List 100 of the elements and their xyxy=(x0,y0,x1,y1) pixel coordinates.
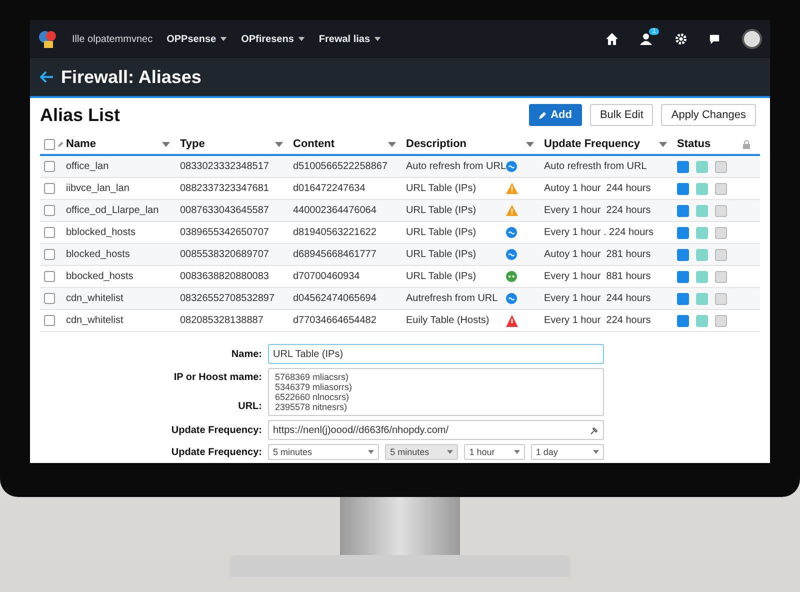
table-cell: Autrefresh from URL xyxy=(406,293,498,304)
table-cell: d04562474065694 xyxy=(293,293,376,304)
action-button[interactable]: Add xyxy=(528,104,582,126)
column-header[interactable]: Name xyxy=(66,138,96,150)
sort-caret-icon[interactable] xyxy=(659,142,667,146)
table-cell: d016472247634 xyxy=(293,183,366,194)
back-arrow-icon[interactable] xyxy=(40,71,53,83)
row-checkbox[interactable] xyxy=(44,293,55,304)
edit-button[interactable] xyxy=(696,226,708,238)
table-cell: 08326552708532897 xyxy=(180,293,275,304)
nav-menu[interactable]: OPPsense xyxy=(166,34,228,44)
edit-button[interactable] xyxy=(696,270,708,282)
url-input-field[interactable]: https://nenl(j)oood//d663f6/nhopdy.com/ xyxy=(268,420,604,440)
table-cell: 082085328138887 xyxy=(180,315,264,326)
frequency-select[interactable]: 1 hour xyxy=(464,444,525,460)
alias-name: bbocked_hosts xyxy=(66,271,134,282)
delete-button[interactable] xyxy=(715,204,727,216)
frequency-select[interactable]: 5 minutes xyxy=(268,444,380,460)
ok-status-icon xyxy=(506,271,517,282)
chat-icon[interactable] xyxy=(709,34,720,44)
dropdown-caret-icon[interactable] xyxy=(220,37,228,41)
sort-caret-icon[interactable] xyxy=(275,142,283,146)
action-button[interactable]: Apply Changes xyxy=(661,104,756,126)
sort-caret-icon[interactable] xyxy=(388,142,396,146)
alias-name: office_lan xyxy=(66,161,109,172)
column-header[interactable]: Content xyxy=(293,138,335,150)
column-header[interactable]: Description xyxy=(406,138,467,150)
delete-button[interactable] xyxy=(715,270,727,282)
toggle-button[interactable] xyxy=(677,226,689,238)
dropdown-caret-icon[interactable] xyxy=(374,37,382,41)
delete-button[interactable] xyxy=(715,160,727,172)
table-cell: d70700460934 xyxy=(293,271,360,282)
delete-button[interactable] xyxy=(715,292,727,304)
user-icon[interactable] xyxy=(640,33,653,45)
toggle-button[interactable] xyxy=(677,248,689,260)
delete-button[interactable] xyxy=(715,248,727,260)
action-button[interactable]: Bulk Edit xyxy=(590,104,654,126)
row-checkbox[interactable] xyxy=(44,227,55,238)
table-cell: URL Table (IPs) xyxy=(406,249,476,260)
lock-icon xyxy=(743,140,750,148)
alias-name: cdn_whitelist xyxy=(66,293,124,304)
column-header[interactable]: Update Frequency xyxy=(544,138,640,150)
delete-button[interactable] xyxy=(715,182,727,194)
delete-button[interactable] xyxy=(715,226,727,238)
delete-button[interactable] xyxy=(715,314,727,326)
table-cell: Every 1 hour 224 hours xyxy=(544,205,651,216)
column-header[interactable]: Status xyxy=(677,138,711,150)
table-cell: 0087633043645587 xyxy=(180,205,269,216)
table-cell: d77034664654482 xyxy=(293,315,376,326)
row-checkbox[interactable] xyxy=(44,183,55,194)
toggle-button[interactable] xyxy=(677,204,689,216)
table-cell: Euily Table (Hosts) xyxy=(406,315,490,326)
pencil-icon xyxy=(58,141,64,147)
edit-button[interactable] xyxy=(696,182,708,194)
edit-button[interactable] xyxy=(696,292,708,304)
select-all-checkbox[interactable] xyxy=(44,138,55,150)
sync-status-icon xyxy=(506,227,517,238)
frequency-select[interactable]: 1 day xyxy=(530,444,604,460)
dropdown-caret-icon[interactable] xyxy=(298,37,305,41)
site-text: Ille olpatemmvnec xyxy=(72,34,153,44)
column-header[interactable]: Type xyxy=(180,138,205,150)
settings-icon[interactable] xyxy=(675,33,687,45)
field-label: Update Frequency: xyxy=(170,424,262,436)
sort-caret-icon[interactable] xyxy=(162,142,170,146)
toggle-button[interactable] xyxy=(677,314,689,326)
page-title: Firewall: Aliases xyxy=(61,66,202,88)
table-cell: Every 1 hour 224 hours xyxy=(544,315,651,326)
table-cell: URL Table (IPs) xyxy=(406,227,476,238)
host-text-area[interactable]: 5768369 mliacsrs) 5346379 mliasorrs) 6522660 nlnocsrs) 2395578 nitnesrs) xyxy=(268,368,604,416)
table-cell: d5100566522258867 xyxy=(293,161,388,172)
toggle-button[interactable] xyxy=(677,160,689,172)
avatar[interactable] xyxy=(742,29,762,49)
nav-menu[interactable]: OPfiresens xyxy=(241,34,305,44)
toggle-button[interactable] xyxy=(677,292,689,304)
edit-button[interactable] xyxy=(696,204,708,216)
sort-caret-icon[interactable] xyxy=(526,142,534,146)
toggle-button[interactable] xyxy=(677,182,689,194)
table-cell: URL Table (IPs) xyxy=(406,183,476,194)
row-checkbox[interactable] xyxy=(44,249,55,260)
edit-button[interactable] xyxy=(696,314,708,326)
edit-button[interactable] xyxy=(696,160,708,172)
frequency-select[interactable]: 5 minutes xyxy=(385,444,458,460)
dropdown-caret-icon xyxy=(593,450,600,454)
table-cell: d81940563221622 xyxy=(293,227,376,238)
alias-name: iibvce_lan_lan xyxy=(66,183,130,194)
table-cell: 0083638820880083 xyxy=(180,271,269,282)
home-icon[interactable] xyxy=(606,33,618,45)
row-checkbox[interactable] xyxy=(44,271,55,282)
nav-menu[interactable]: Frewal lias xyxy=(318,34,382,44)
logo-icon[interactable] xyxy=(38,29,58,49)
alias-name: cdn_whitelist xyxy=(66,315,124,326)
table-cell: Autoy 1 hour 281 hours xyxy=(544,249,651,260)
name-input-field[interactable]: URL Table (IPs) xyxy=(268,344,604,364)
row-checkbox[interactable] xyxy=(44,315,55,326)
toggle-button[interactable] xyxy=(677,270,689,282)
row-checkbox[interactable] xyxy=(44,205,55,216)
edit-button[interactable] xyxy=(696,248,708,260)
field-label: Name: xyxy=(230,348,262,360)
row-checkbox[interactable] xyxy=(44,161,55,172)
table-cell: Every 1 hour 244 hours xyxy=(544,293,651,304)
